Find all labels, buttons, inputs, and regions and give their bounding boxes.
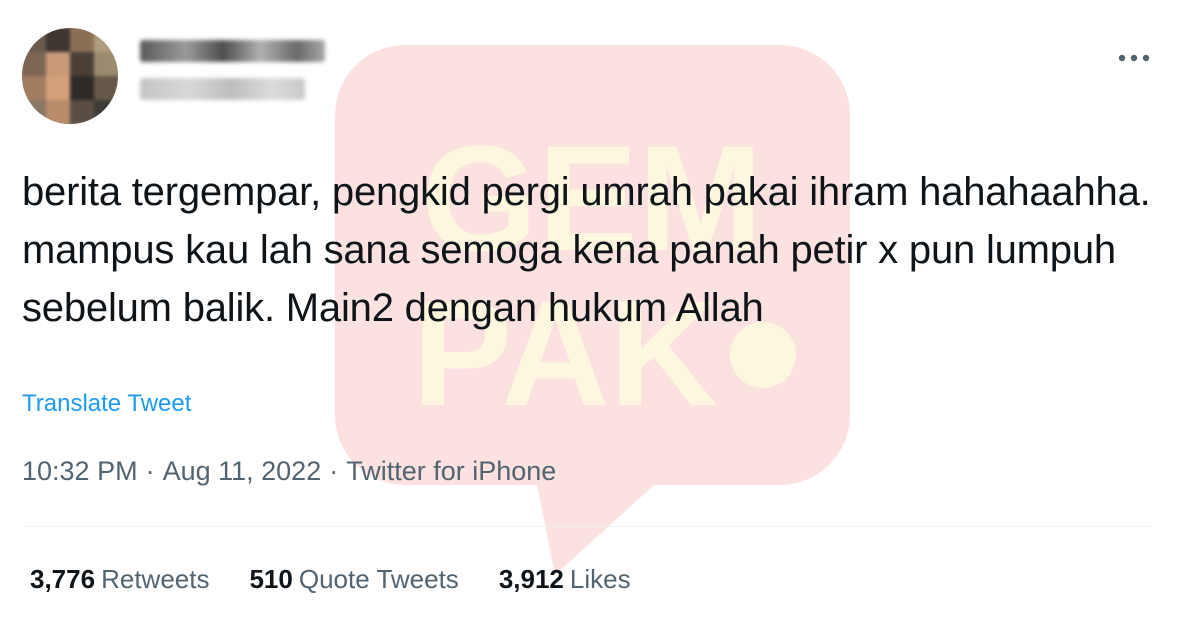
divider bbox=[22, 526, 1154, 527]
avatar[interactable] bbox=[22, 28, 118, 124]
author-handle-redacted[interactable] bbox=[140, 78, 305, 100]
tweet-meta: 10:32 PM · Aug 11, 2022 · Twitter for iPhone bbox=[22, 456, 556, 487]
quote-tweets-label: Quote Tweets bbox=[298, 564, 459, 594]
avatar-image bbox=[22, 28, 118, 124]
meta-separator: · bbox=[145, 456, 155, 486]
author-display-name-redacted[interactable] bbox=[140, 40, 325, 62]
more-horizontal-icon bbox=[1118, 54, 1150, 62]
tweet-source[interactable]: Twitter for iPhone bbox=[346, 456, 556, 486]
tweet-stats: 3,776 Retweets 510 Quote Tweets 3,912 Likes bbox=[30, 564, 671, 595]
tweet-text: berita tergempar, pengkid pergi umrah pa… bbox=[22, 170, 1151, 330]
meta-separator: · bbox=[329, 456, 339, 486]
retweets-stat[interactable]: 3,776 Retweets bbox=[30, 564, 209, 595]
likes-label: Likes bbox=[569, 564, 631, 594]
more-options-button[interactable] bbox=[1114, 38, 1154, 78]
likes-count: 3,912 bbox=[498, 564, 564, 594]
translate-tweet-link[interactable]: Translate Tweet bbox=[22, 390, 191, 418]
author-info[interactable] bbox=[140, 40, 325, 100]
tweet-date[interactable]: Aug 11, 2022 bbox=[163, 456, 322, 486]
retweets-label: Retweets bbox=[101, 564, 210, 594]
quote-tweets-stat[interactable]: 510 Quote Tweets bbox=[249, 564, 458, 595]
quote-tweets-count: 510 bbox=[249, 564, 293, 594]
likes-stat[interactable]: 3,912 Likes bbox=[499, 564, 631, 595]
tweet-time[interactable]: 10:32 PM bbox=[22, 456, 138, 486]
retweets-count: 3,776 bbox=[30, 564, 96, 594]
